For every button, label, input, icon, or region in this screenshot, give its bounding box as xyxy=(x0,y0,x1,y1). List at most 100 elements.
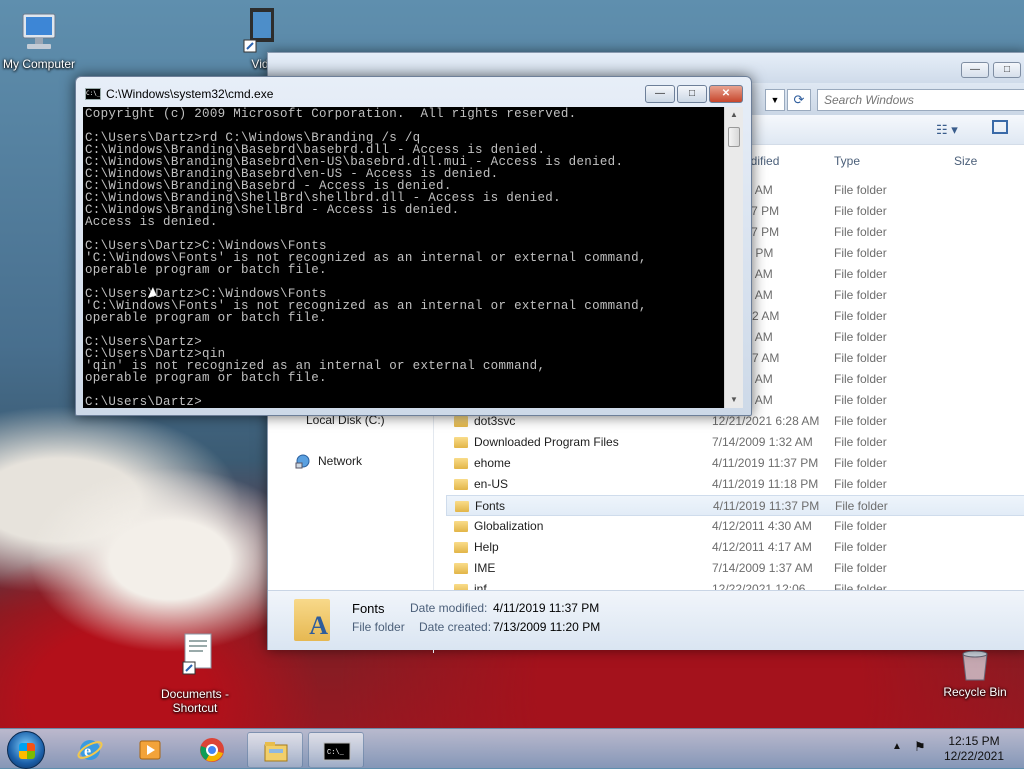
video-shortcut-icon xyxy=(243,8,274,53)
row-type: File folder xyxy=(834,246,887,260)
taskbar-internet-explorer[interactable]: e xyxy=(62,732,118,768)
row-type: File folder xyxy=(834,309,887,323)
explorer-maximize-button[interactable]: □ xyxy=(993,62,1021,78)
show-hidden-icons-button[interactable]: ▲ xyxy=(892,741,902,752)
search-input[interactable] xyxy=(817,89,1024,111)
row-type: File folder xyxy=(834,288,887,302)
column-size[interactable]: Size xyxy=(954,154,977,168)
row-name: IME xyxy=(474,561,496,575)
windows-explorer-icon xyxy=(264,742,288,762)
maximize-icon: □ xyxy=(688,88,696,99)
cmd-scrollbar[interactable]: ▲ ▼ xyxy=(724,107,743,408)
row-name: Downloaded Program Files xyxy=(474,435,619,449)
row-type: File folder xyxy=(834,393,887,407)
svg-text:C:\_: C:\_ xyxy=(327,749,345,757)
row-date: 4/11/2019 11:37 PM xyxy=(713,499,820,513)
table-row[interactable]: IME 7/14/2009 1:37 AM File folder xyxy=(446,558,1024,579)
column-type[interactable]: Type xyxy=(834,154,860,168)
row-type: File folder xyxy=(834,225,887,239)
view-icon: ☷ ▾ xyxy=(936,122,958,137)
row-type: File folder xyxy=(834,414,887,428)
details-pane: A Fonts File folder Date modified: 4/11/… xyxy=(268,590,1024,650)
cmd-minimize-button[interactable]: — xyxy=(645,85,675,103)
table-row[interactable]: Help 4/12/2011 4:17 AM File folder xyxy=(446,537,1024,558)
scroll-thumb[interactable] xyxy=(728,127,740,147)
documents-shortcut-icon xyxy=(182,633,212,675)
row-date: 7/14/2009 1:32 AM xyxy=(712,435,813,449)
console-text: Copyright (c) 2009 Microsoft Corporation… xyxy=(85,107,647,408)
table-row[interactable]: ehome 4/11/2019 11:37 PM File folder xyxy=(446,453,1024,474)
cmd-close-button[interactable]: ✕ xyxy=(709,85,743,103)
row-type: File folder xyxy=(834,582,887,590)
folder-icon xyxy=(454,521,468,532)
taskbar-windows-explorer[interactable] xyxy=(247,732,303,768)
details-modified-value: 4/11/2019 11:37 PM xyxy=(493,601,600,615)
desktop-icon-my-computer[interactable]: My Computer xyxy=(0,10,84,71)
row-type: File folder xyxy=(834,477,887,491)
fonts-folder-icon: A xyxy=(294,599,330,641)
console-output[interactable]: Copyright (c) 2009 Microsoft Corporation… xyxy=(83,107,724,408)
row-type: File folder xyxy=(834,330,887,344)
taskbar-cmd[interactable]: C:\_ xyxy=(308,732,364,768)
clock-time: 12:15 PM xyxy=(948,734,1000,748)
row-type: File folder xyxy=(834,519,887,533)
row-type: File folder xyxy=(834,372,887,386)
row-date: 12/21/2021 6:28 AM xyxy=(712,414,820,428)
row-name: en-US xyxy=(474,477,509,491)
network-label: Network xyxy=(318,454,363,468)
row-type: File folder xyxy=(834,456,887,470)
row-date: 4/11/2019 11:18 PM xyxy=(712,477,819,491)
cmd-maximize-button[interactable]: □ xyxy=(677,85,707,103)
clock-date: 12/22/2021 xyxy=(943,749,1005,763)
taskbar: e C:\_ ▲ ⚑ 12:15 PM 12/22/2021 xyxy=(0,728,1024,769)
row-type: File folder xyxy=(834,183,887,197)
scroll-up-icon[interactable]: ▲ xyxy=(725,107,743,123)
scroll-down-icon[interactable]: ▼ xyxy=(725,392,743,408)
table-row[interactable]: Fonts 4/11/2019 11:37 PM File folder xyxy=(446,495,1024,516)
taskbar-chrome[interactable] xyxy=(184,732,240,768)
row-name: Fonts xyxy=(475,499,506,513)
nav-item-network[interactable]: Network xyxy=(294,453,362,469)
folder-icon xyxy=(454,563,468,574)
computer-icon xyxy=(22,13,56,49)
row-date: 4/12/2011 4:17 AM xyxy=(712,540,812,554)
chevron-up-icon: ▲ xyxy=(892,741,902,752)
row-type: File folder xyxy=(834,540,887,554)
explorer-minimize-button[interactable]: — xyxy=(961,62,989,78)
row-name: inf xyxy=(474,582,487,590)
desktop-icon-recycle-bin[interactable]: Recycle Bin xyxy=(930,650,1020,699)
table-row[interactable]: Globalization 4/12/2011 4:30 AM File folde… xyxy=(446,516,1024,537)
folder-icon xyxy=(454,458,468,469)
desktop-icon-label: Documents - Shortcut xyxy=(160,687,230,715)
recycle-bin-icon xyxy=(962,650,988,681)
row-type: File folder xyxy=(834,351,887,365)
taskbar-media-player[interactable] xyxy=(122,732,178,768)
folder-icon xyxy=(454,479,468,490)
start-button[interactable] xyxy=(7,731,45,769)
row-name: dot3svc xyxy=(474,414,516,428)
desktop-icon-documents-shortcut[interactable]: Documents - Shortcut xyxy=(150,632,240,715)
table-row[interactable]: inf 12/22/2021 12:06 File folder xyxy=(446,579,1024,590)
folder-icon xyxy=(454,437,468,448)
row-type: File folder xyxy=(834,204,887,218)
cmd-icon: C:\_ xyxy=(323,742,351,761)
details-created-value: 7/13/2009 11:20 PM xyxy=(493,620,601,634)
change-view-button[interactable]: ☷ ▾ xyxy=(936,122,958,138)
desktop-icon-label: My Computer xyxy=(2,57,76,71)
media-player-icon xyxy=(139,740,161,760)
action-center-flag-icon[interactable]: ⚑ xyxy=(914,739,926,755)
desktop-icon-label: Recycle Bin xyxy=(943,685,1007,699)
row-date: 12/22/2021 12:06 xyxy=(712,582,806,590)
refresh-icon: ⟳ xyxy=(793,92,805,107)
row-type: File folder xyxy=(835,499,888,513)
preview-pane-button[interactable] xyxy=(992,120,1008,134)
cmd-title: C:\Windows\system32\cmd.exe xyxy=(106,87,274,101)
table-row[interactable]: Downloaded Program Files 7/14/2009 1:32 A… xyxy=(446,432,1024,453)
taskbar-clock[interactable]: 12:15 PM 12/22/2021 xyxy=(942,734,1006,764)
address-dropdown-button[interactable]: ▼ xyxy=(765,89,785,111)
table-row[interactable]: en-US 4/11/2019 11:18 PM File folder xyxy=(446,474,1024,495)
internet-explorer-icon: e xyxy=(77,740,103,760)
windows-logo-icon xyxy=(19,743,35,759)
refresh-button[interactable]: ⟳ xyxy=(787,89,811,111)
row-name: ehome xyxy=(474,456,511,470)
